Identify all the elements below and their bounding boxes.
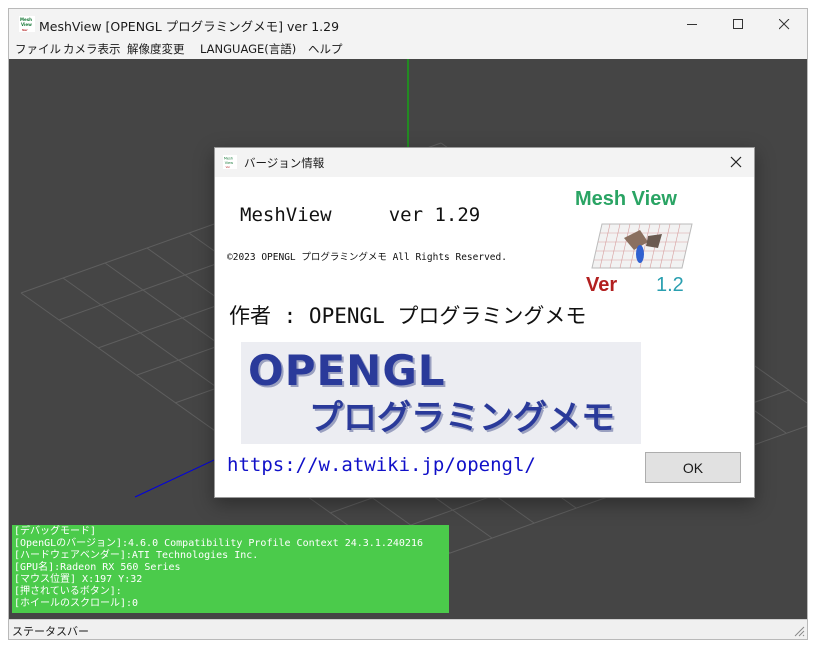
menu-camera[interactable]: カメラ表示 <box>63 41 121 57</box>
svg-text:View: View <box>21 22 32 27</box>
website-link[interactable]: https://w.atwiki.jp/opengl/ <box>227 454 536 476</box>
menu-resolution[interactable]: 解像度変更 <box>127 41 185 57</box>
logo-title: Mesh View <box>575 188 677 210</box>
status-bar: ステータスバー <box>9 619 807 639</box>
about-dialog: Mesh View Ver バージョン情報 MeshView ver 1.29 … <box>214 147 755 498</box>
status-text: ステータスバー <box>12 625 89 638</box>
meshview-logo: Mesh View Ver 1.2 <box>572 188 707 298</box>
meshview-app-icon: Mesh View Ver <box>19 16 35 32</box>
dialog-close-button[interactable] <box>724 151 748 173</box>
debug-line: [マウス位置] X:197 Y:32 <box>14 574 143 585</box>
author-text: 作者 : OPENGL プログラミングメモ <box>229 304 587 328</box>
debug-line: [ホイールのスクロール]:0 <box>14 598 139 609</box>
dialog-title: バージョン情報 <box>244 156 325 170</box>
logo-mesh-graphic <box>591 223 693 269</box>
menu-file[interactable]: ファイル <box>15 41 61 57</box>
close-button[interactable] <box>761 9 807 39</box>
opengl-banner-image: OPENGL プログラミングメモ <box>241 342 641 444</box>
menu-help[interactable]: ヘルプ <box>308 41 343 57</box>
meshview-app-icon: Mesh View Ver <box>223 155 237 169</box>
menu-bar: ファイル カメラ表示 解像度変更 LANGUAGE(言語) ヘルプ <box>9 39 807 59</box>
svg-text:Mesh: Mesh <box>224 156 233 160</box>
debug-line: [ハードウェアベンダー]:ATI Technologies Inc. <box>14 550 259 561</box>
debug-line: [OpenGLのバージョン]:4.6.0 Compatibility Profi… <box>14 538 423 549</box>
ok-button[interactable]: OK <box>645 452 741 483</box>
copyright-text: ©2023 OPENGL プログラミングメモ All Rights Reserv… <box>227 252 507 263</box>
banner-line-1: OPENGL <box>248 346 446 395</box>
banner-line-2: プログラミングメモ <box>309 398 615 438</box>
maximize-button[interactable] <box>715 9 761 39</box>
close-icon <box>730 156 742 168</box>
minimize-button[interactable] <box>669 9 715 39</box>
debug-line: [デバッグモード] <box>14 526 97 537</box>
app-version-line: MeshView ver 1.29 <box>240 204 480 226</box>
logo-ver-number: 1.2 <box>656 274 684 296</box>
title-bar: Mesh View Ver MeshView [OPENGL プログラミングメモ… <box>9 9 807 39</box>
logo-ver-label: Ver <box>586 274 618 296</box>
dialog-title-bar: Mesh View Ver バージョン情報 <box>215 148 754 177</box>
debug-line: [押されているボタン]: <box>14 586 122 597</box>
menu-language[interactable]: LANGUAGE(言語) <box>200 41 296 57</box>
svg-text:Ver: Ver <box>22 28 28 32</box>
debug-panel: [デバッグモード] [OpenGLのバージョン]:4.6.0 Compatibi… <box>12 525 449 613</box>
version-text: ver 1.29 <box>388 204 481 226</box>
debug-line: [GPU名]:Radeon RX 560 Series <box>14 562 181 573</box>
window-title: MeshView [OPENGL プログラミングメモ] ver 1.29 <box>39 19 340 34</box>
resize-grip-icon[interactable] <box>793 625 805 637</box>
svg-text:View: View <box>225 161 233 165</box>
app-name: MeshView <box>240 204 332 226</box>
